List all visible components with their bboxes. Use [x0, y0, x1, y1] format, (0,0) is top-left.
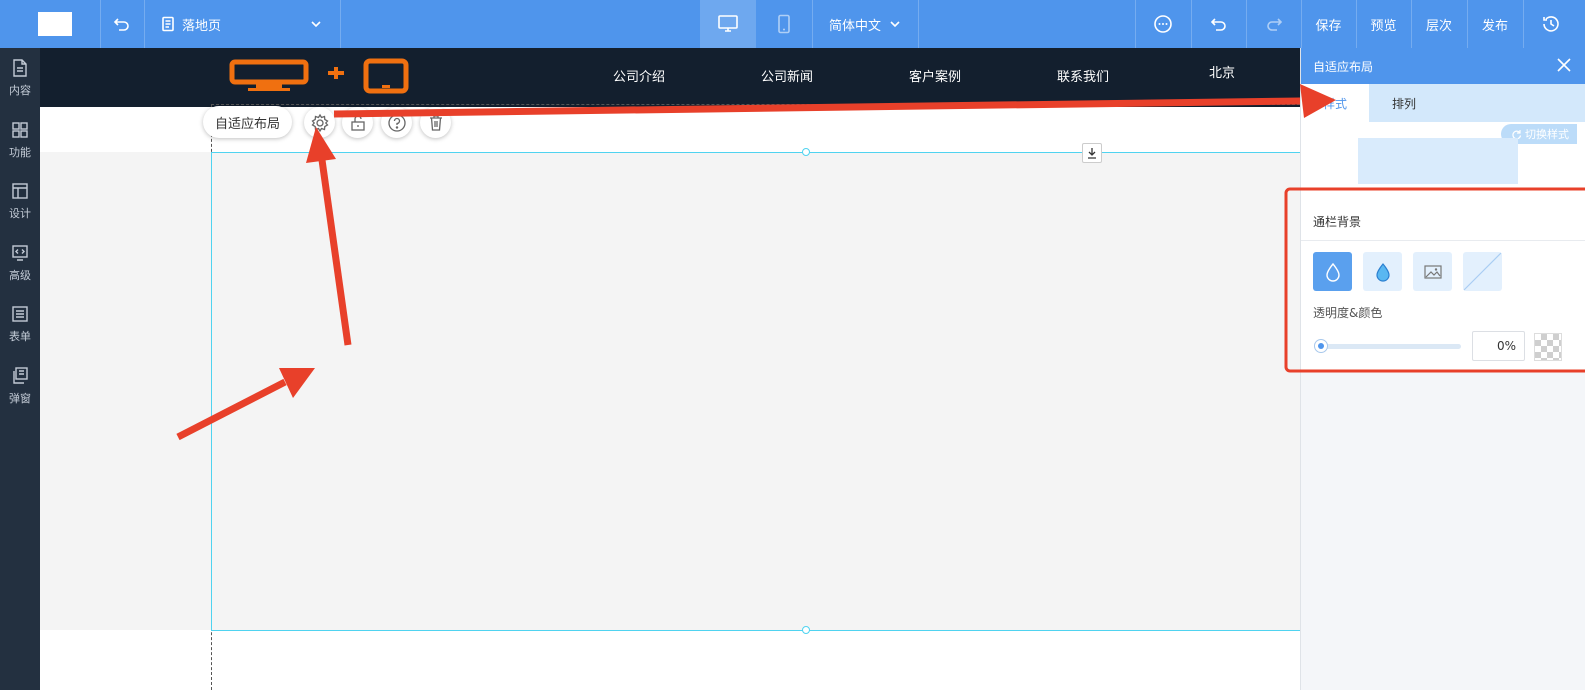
sidebar-item-content[interactable]: 内容 [0, 52, 40, 108]
grid-icon [12, 122, 28, 138]
style-preview-thumbnail[interactable] [1358, 138, 1518, 184]
panel-title: 自适应布局 [1313, 60, 1374, 74]
popup-icon [13, 367, 28, 384]
color-swatch[interactable] [1534, 333, 1562, 361]
delete-button[interactable] [420, 107, 451, 138]
back-icon [113, 18, 129, 31]
sidebar-item-design[interactable]: 设计 [0, 175, 40, 231]
site-logo [229, 58, 409, 94]
layers-button[interactable]: 层次 [1411, 0, 1467, 48]
chevron-down-icon [890, 21, 900, 28]
document-icon [13, 59, 27, 77]
background-section-label: 通栏背景 [1313, 215, 1362, 229]
lock-icon [350, 114, 365, 131]
mobile-view-button[interactable] [756, 0, 812, 48]
help-icon [387, 113, 406, 132]
sidebar-item-popup[interactable]: 弹窗 [0, 360, 40, 416]
desktop-icon [718, 15, 738, 32]
bg-option-none[interactable] [1463, 252, 1502, 291]
back-button[interactable] [100, 0, 144, 48]
history-icon [1543, 16, 1559, 32]
more-icon [1154, 15, 1172, 33]
selection-frame[interactable] [211, 152, 1300, 631]
left-sidebar: 内容 功能 设计 高级 表单 弹窗 [0, 48, 40, 690]
undo-icon [1210, 18, 1226, 31]
page-name: 落地页 [182, 18, 222, 34]
resize-handle-top[interactable] [802, 148, 810, 156]
image-icon [1423, 264, 1442, 279]
sidebar-item-form[interactable]: 表单 [0, 298, 40, 354]
nav-link-cases[interactable]: 客户案例 [909, 66, 961, 85]
component-label[interactable]: 自适应布局 [203, 106, 293, 138]
language-label: 简体中文 [828, 18, 881, 34]
resize-handle-bottom[interactable] [802, 626, 810, 634]
panel-tabs: 样式 排列 [1301, 84, 1585, 122]
top-toolbar: 落地页 简体中文 保存 预览 层次 发布 [0, 0, 1585, 48]
guide-line-horizontal [211, 104, 1300, 105]
code-icon [12, 245, 28, 261]
bg-option-color[interactable] [1363, 252, 1402, 291]
opacity-slider-track[interactable] [1315, 344, 1461, 349]
lock-button[interactable] [342, 107, 373, 138]
chevron-down-icon [311, 21, 321, 28]
opacity-slider-handle[interactable] [1314, 339, 1328, 353]
drop-fill-icon [1375, 262, 1390, 282]
none-slash-icon [1463, 252, 1502, 291]
download-button[interactable] [1082, 143, 1102, 163]
nav-link-news[interactable]: 公司新闻 [761, 66, 813, 85]
nav-link-beijing[interactable]: 北京 [1209, 62, 1235, 81]
settings-button[interactable] [304, 107, 335, 138]
layout-icon [12, 183, 28, 199]
mobile-icon [778, 14, 790, 34]
sidebar-item-advanced[interactable]: 高级 [0, 237, 40, 293]
more-button[interactable] [1135, 0, 1191, 48]
trash-icon [429, 114, 442, 131]
bg-option-image[interactable] [1413, 252, 1452, 291]
background-section: 通栏背景 透明度&颜色 0% [1301, 200, 1585, 370]
publish-button[interactable]: 发布 [1467, 0, 1523, 48]
save-button[interactable]: 保存 [1301, 0, 1356, 48]
sidebar-item-function[interactable]: 功能 [0, 114, 40, 170]
download-icon [1088, 148, 1096, 159]
opacity-color-label: 透明度&颜色 [1313, 306, 1383, 320]
bg-option-transparent[interactable] [1313, 252, 1352, 291]
help-button[interactable] [381, 107, 412, 138]
desktop-view-button[interactable] [700, 0, 756, 48]
tab-style[interactable]: 样式 [1301, 84, 1369, 122]
divider [1301, 240, 1585, 241]
app-logo[interactable] [38, 12, 72, 36]
properties-panel: 自适应布局 样式 排列 切换样式 通栏背景 透明度&颜色 0% [1300, 48, 1585, 690]
nav-link-about[interactable]: 公司介绍 [613, 66, 665, 85]
history-button[interactable] [1523, 0, 1579, 48]
panel-header: 自适应布局 [1301, 48, 1585, 84]
nav-link-contact[interactable]: 联系我们 [1057, 66, 1109, 85]
language-selector[interactable]: 简体中文 [812, 0, 918, 48]
preview-button[interactable]: 预览 [1356, 0, 1411, 48]
close-icon[interactable] [1555, 56, 1573, 74]
page-selector[interactable]: 落地页 [144, 0, 340, 48]
drop-outline-icon [1325, 262, 1340, 282]
redo-button[interactable] [1246, 0, 1301, 48]
redo-icon [1266, 18, 1282, 31]
gear-icon [310, 113, 329, 132]
tab-arrange[interactable]: 排列 [1369, 84, 1439, 122]
list-icon [12, 306, 28, 322]
undo-button[interactable] [1191, 0, 1246, 48]
page-icon [162, 16, 174, 32]
opacity-input[interactable]: 0% [1472, 331, 1525, 361]
